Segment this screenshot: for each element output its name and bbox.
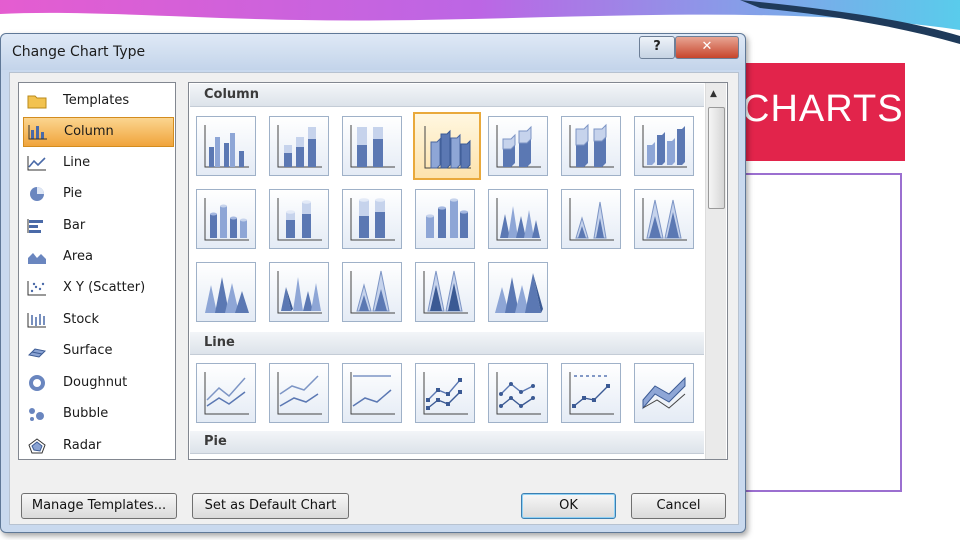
category-templates[interactable]: Templates [23,87,173,115]
3d-clustered-column-thumb[interactable] [413,112,481,180]
doughnut-chart-icon [29,375,45,391]
3d-stacked-column-thumb[interactable] [488,116,548,176]
chart-subtype-gallery: Column Line Pie ▲ [188,82,728,460]
close-button[interactable]: ✕ [675,36,739,59]
100-stacked-line-thumb[interactable] [342,363,402,423]
category-pie[interactable]: Pie [23,180,173,208]
percent-stacked-column-icon [350,125,395,168]
percent-stacked-pyramid-icon [423,270,468,314]
clustered-cylinder-thumb[interactable] [196,189,256,249]
percent-stacked-cone-icon [642,198,687,241]
100-stacked-pyramid-thumb[interactable] [415,262,475,322]
3d-clustered-column-icon [424,126,471,169]
category-xy-scatter[interactable]: X Y (Scatter) [23,274,173,302]
line-thumb[interactable] [196,363,256,423]
3d-cone-icon [205,277,249,313]
group-header-line: Line [190,332,704,355]
stacked-cone-thumb[interactable] [561,189,621,249]
stacked-line-icon [277,372,322,415]
stacked-line-markers-thumb[interactable] [488,363,548,423]
3d-stacked-column-icon [496,125,541,168]
scatter-chart-icon [27,281,46,296]
group-header-pie: Pie [190,431,704,454]
3d-line-icon [642,376,686,410]
3d-column-thumb[interactable] [634,116,694,176]
slide-title: CHARTS [742,88,904,130]
3d-line-thumb[interactable] [634,363,694,423]
stacked-cylinder-thumb[interactable] [269,189,329,249]
scroll-up-arrow-icon[interactable]: ▲ [710,89,717,99]
slide-content-placeholder [735,173,902,492]
category-bubble[interactable]: Bubble [23,400,173,428]
stacked-cone-icon [569,198,614,241]
line-icon [204,372,249,415]
3d-column-icon [642,125,687,168]
group-header-column: Column [190,84,704,107]
stacked-cylinder-icon [277,198,322,241]
clustered-pyramid-thumb[interactable] [269,262,329,322]
column-chart-icon [28,125,47,140]
stacked-pyramid-thumb[interactable] [342,262,402,322]
bubble-chart-icon [29,408,44,421]
clustered-cone-thumb[interactable] [488,189,548,249]
category-radar[interactable]: Radar [23,432,173,460]
ok-button[interactable]: OK [521,493,616,519]
radar-chart-icon [28,438,46,454]
percent-stacked-line-icon [350,372,395,415]
pie-chart-icon [30,187,44,201]
3d-cylinder-thumb[interactable] [415,189,475,249]
category-line[interactable]: Line [23,149,173,177]
line-chart-icon [27,156,46,171]
folder-icon [27,95,47,109]
3d-pyramid-icon [495,273,543,313]
line-with-markers-thumb[interactable] [415,363,475,423]
category-bar[interactable]: Bar [23,212,173,240]
stock-chart-icon [27,313,46,328]
stacked-pyramid-icon [350,270,395,314]
category-stock[interactable]: Stock [23,306,173,334]
clustered-pyramid-icon [277,271,322,314]
clustered-cone-icon [496,198,541,241]
category-surface[interactable]: Surface [23,337,173,365]
gallery-scrollbar[interactable]: ▲ ▼ [705,83,726,459]
clustered-column-icon [204,125,249,168]
dialog-titlebar: Change Chart Type ? ✕ [1,34,745,70]
stacked-column-icon [277,125,322,168]
manage-templates-button[interactable]: Manage Templates... [21,493,177,519]
3d-100-stacked-column-thumb[interactable] [561,116,621,176]
category-area[interactable]: Area [23,243,173,271]
area-chart-icon [28,253,46,264]
stacked-column-thumb[interactable] [269,116,329,176]
category-doughnut[interactable]: Doughnut [23,369,173,397]
dialog-title: Change Chart Type [12,44,146,60]
100-stacked-line-markers-thumb[interactable] [561,363,621,423]
stacked-line-thumb[interactable] [269,363,329,423]
100-stacked-cylinder-thumb[interactable] [342,189,402,249]
cancel-button[interactable]: Cancel [631,493,726,519]
100-stacked-column-thumb[interactable] [342,116,402,176]
3d-cone-thumb[interactable] [196,262,256,322]
percent-stacked-line-markers-icon [569,372,614,415]
100-stacked-cone-thumb[interactable] [634,189,694,249]
3d-pyramid-thumb[interactable] [488,262,548,322]
3d-percent-stacked-column-icon [569,123,614,168]
set-as-default-chart-button[interactable]: Set as Default Chart [192,493,349,519]
help-button[interactable]: ? [639,36,675,59]
percent-stacked-cylinder-icon [350,198,395,241]
scrollbar-thumb[interactable] [708,107,725,209]
stacked-line-markers-icon [496,372,541,415]
3d-cylinder-icon [426,198,468,238]
bar-chart-icon [27,219,43,233]
clustered-column-thumb[interactable] [196,116,256,176]
surface-chart-icon [27,348,47,358]
chart-category-list: Templates Column Line Pie Bar Area X Y (… [18,82,176,460]
category-column[interactable]: Column [23,117,174,147]
line-with-markers-icon [423,372,468,415]
clustered-cylinder-icon [204,198,249,241]
